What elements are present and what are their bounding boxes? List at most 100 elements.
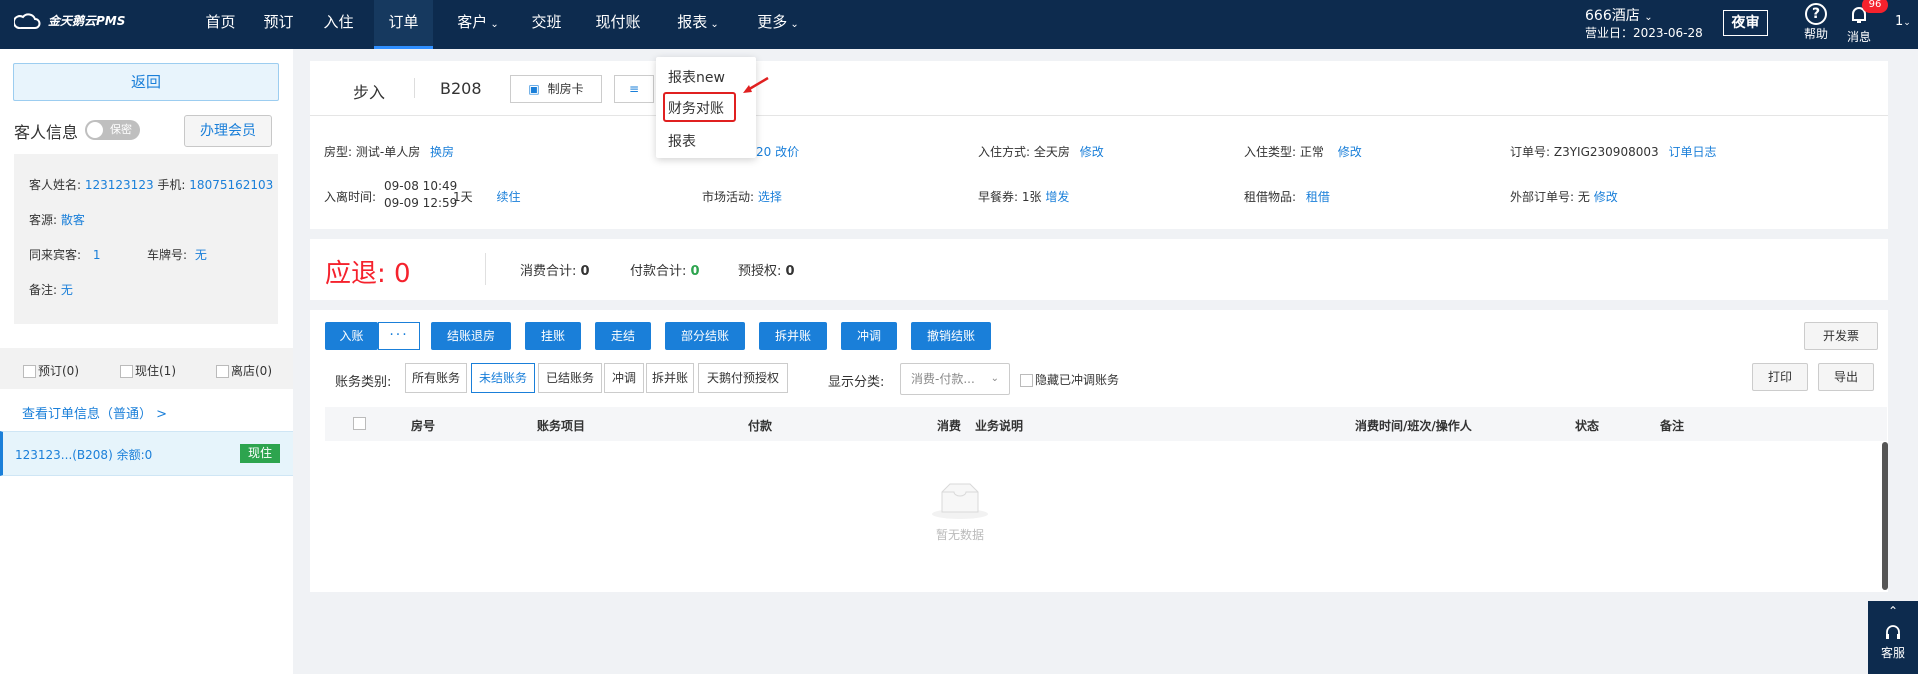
view-order-info-link[interactable]: 查看订单信息（普通） > [22, 403, 167, 422]
edit-checkin-type-link[interactable]: 修改 [1338, 145, 1362, 159]
nav-orders[interactable]: 订单 [374, 0, 433, 49]
checkbox[interactable] [23, 365, 36, 378]
walk-settle-button[interactable]: 走结 [595, 322, 651, 350]
nav-cash-account[interactable]: 现付账 [588, 0, 648, 49]
customer-service-button[interactable]: ⌃ 客服 [1868, 601, 1918, 674]
table-scrollbar[interactable] [1882, 442, 1888, 590]
checkbox[interactable] [1020, 374, 1033, 387]
reports-dropdown-menu: 报表new 财务对账 报表 [656, 57, 756, 158]
filter-settled[interactable]: 已结账务 [538, 363, 602, 393]
checkout-time: 09-09 12:59 [384, 196, 458, 210]
order-no-label: 订单号: [1510, 145, 1551, 159]
partial-settle-button[interactable]: 部分结账 [665, 322, 745, 350]
app-logo-text: 金天鹅云PMS [48, 14, 126, 28]
companion-count[interactable]: 1 [93, 248, 101, 262]
filter-split-merge[interactable]: 拆并账 [646, 363, 694, 393]
hide-offset-option[interactable]: 隐藏已冲调账务 [1020, 371, 1119, 388]
steps-label: 步入 [353, 83, 386, 102]
room-list-item[interactable]: 123123...(B208) 余额:0 现住 [0, 431, 293, 476]
back-button[interactable]: 返回 [13, 63, 279, 101]
chevron-down-icon: ⌄ [990, 373, 999, 384]
edit-ext-order-link[interactable]: 修改 [1594, 190, 1618, 204]
checkin-time: 09-08 10:49 [384, 179, 458, 193]
consume-total-label: 消费合计: [520, 264, 581, 279]
more-actions-button[interactable]: ··· [378, 322, 420, 350]
annotation-arrow-icon [743, 76, 769, 93]
nav-checkin[interactable]: 入住 [316, 0, 361, 49]
column-consume[interactable]: 消费 [937, 417, 961, 434]
split-merge-button[interactable]: 拆并账 [759, 322, 827, 350]
order-log-link[interactable]: 订单日志 [1668, 145, 1716, 159]
messages-button[interactable]: 96 消息 [1842, 0, 1888, 45]
category-label: 账务类别: [335, 375, 392, 390]
filter-all[interactable]: 所有账务 [405, 363, 467, 393]
privacy-toggle[interactable]: 保密 [85, 120, 140, 140]
filter-preauth[interactable]: 天鹅付预授权 [698, 363, 788, 393]
make-room-card-button[interactable]: ▣ 制房卡 [510, 75, 602, 103]
hang-account-button[interactable]: 挂账 [525, 322, 581, 350]
business-date: 营业日：2023-06-28 [1585, 26, 1703, 40]
column-status[interactable]: 状态 [1575, 417, 1599, 434]
column-item[interactable]: 账务项目 [537, 417, 585, 434]
rent-items-link[interactable]: 租借 [1306, 190, 1330, 204]
guest-note[interactable]: 无 [61, 283, 73, 297]
issue-invoice-button[interactable]: 开发票 [1804, 322, 1878, 350]
nav-shift[interactable]: 交班 [524, 0, 569, 49]
card-icon: ▣ [528, 82, 540, 96]
checkout-button[interactable]: 结账退房 [431, 322, 511, 350]
nav-booking[interactable]: 预订 [256, 0, 301, 49]
filter-unsettled[interactable]: 未结账务 [471, 363, 535, 393]
nav-home[interactable]: 首页 [198, 0, 243, 49]
breakfast-count: 1张 [1021, 190, 1042, 204]
help-button[interactable]: ? 帮助 [1800, 3, 1832, 42]
nav-reports[interactable]: 报表 ⌄ [668, 0, 728, 49]
menu-item-financial-reconciliation[interactable]: 财务对账 [668, 98, 724, 118]
plate-number[interactable]: 无 [195, 248, 207, 262]
nav-more[interactable]: 更多 ⌄ [748, 0, 808, 49]
column-room[interactable]: 房号 [411, 417, 435, 434]
change-price-link[interactable]: 改价 [775, 145, 799, 159]
column-description[interactable]: 业务说明 [975, 417, 1023, 434]
menu-item-report[interactable]: 报表 [668, 131, 696, 151]
checkin-type: 正常 [1299, 145, 1324, 159]
offset-button[interactable]: 冲调 [841, 322, 897, 350]
display-category-select[interactable]: 消费-付款... ⌄ [900, 363, 1010, 395]
post-charge-button[interactable]: 入账 [325, 322, 378, 350]
tab-reserved[interactable]: 预订(0) [23, 362, 79, 379]
nav-label: 入住 [323, 13, 354, 31]
column-note[interactable]: 备注 [1660, 417, 1684, 434]
hotel-switcher[interactable]: 666酒店 ⌄ [1585, 5, 1653, 25]
plate-label: 车牌号: [147, 248, 188, 262]
list-button[interactable]: ≡ [614, 75, 654, 103]
column-payment[interactable]: 付款 [748, 417, 772, 434]
user-menu[interactable]: 1⌄ [1895, 14, 1911, 29]
app-logo[interactable]: 金天鹅云PMS [14, 12, 125, 29]
market-select-link[interactable]: 选择 [758, 190, 782, 204]
edit-checkin-mode-link[interactable]: 修改 [1080, 145, 1104, 159]
print-button[interactable]: 打印 [1752, 363, 1808, 391]
column-time-operator[interactable]: 消费时间/班次/操作人 [1355, 417, 1472, 434]
change-room-link[interactable]: 换房 [430, 145, 454, 159]
export-button[interactable]: 导出 [1818, 363, 1874, 391]
guest-name: 123123123 [84, 178, 154, 192]
ext-order-label: 外部订单号: [1510, 190, 1575, 204]
cancel-settle-button[interactable]: 撤销结账 [911, 322, 991, 350]
checkbox[interactable] [216, 365, 229, 378]
phone-label: 手机: [157, 178, 186, 192]
guest-source[interactable]: 散客 [61, 213, 85, 227]
ledger-panel: 入账 ··· 结账退房 挂账 走结 部分结账 拆并账 冲调 撤销结账 开发票 账… [310, 310, 1888, 592]
preauth-label: 预授权: [738, 264, 786, 279]
menu-item-report-new[interactable]: 报表new [668, 67, 725, 87]
tab-departed[interactable]: 离店(0) [216, 362, 272, 379]
select-all-checkbox[interactable] [353, 417, 366, 430]
nights-count: 1天 [453, 190, 473, 204]
register-member-button[interactable]: 办理会员 [184, 115, 272, 147]
night-audit-button[interactable]: 夜审 [1723, 10, 1768, 36]
balance-summary: 应退: 0 消费合计: 0 付款合计: 0 预授权: 0 [310, 239, 1888, 300]
tab-in-house[interactable]: 现住(1) [120, 362, 176, 379]
checkbox[interactable] [120, 365, 133, 378]
nav-customers[interactable]: 客户 ⌄ [448, 0, 508, 49]
filter-offset[interactable]: 冲调 [604, 363, 644, 393]
extend-stay-link[interactable]: 续住 [496, 190, 520, 204]
issue-breakfast-link[interactable]: 增发 [1045, 190, 1069, 204]
